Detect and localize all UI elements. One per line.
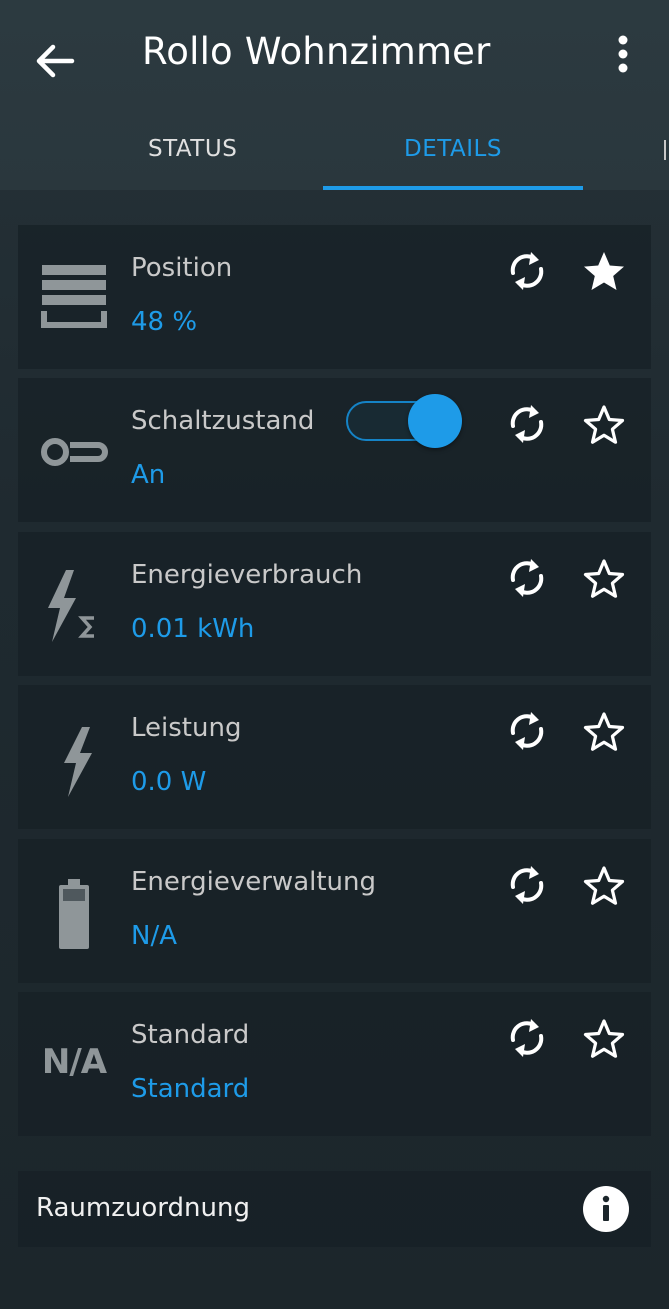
page-title: Rollo Wohnzimmer (142, 30, 491, 73)
back-button[interactable] (30, 36, 80, 86)
tab-details[interactable]: DETAILS (404, 136, 502, 162)
favorite-button[interactable] (581, 863, 627, 909)
detail-card-energieverbrauch[interactable]: Energieverbrauch 0.01 kWh (18, 532, 651, 676)
favorite-button[interactable] (581, 402, 627, 448)
detail-label: Schaltzustand (131, 406, 315, 436)
detail-card-standard[interactable]: N/A Standard Standard (18, 992, 651, 1136)
switch-toggle[interactable] (346, 394, 464, 450)
toggle-knob (408, 394, 462, 448)
room-assignment-row[interactable]: Raumzuordnung (18, 1171, 651, 1247)
info-icon (583, 1186, 629, 1232)
detail-value: 48 % (131, 307, 198, 337)
blinds-icon (36, 261, 112, 337)
favorite-button[interactable] (581, 556, 627, 602)
refresh-icon (510, 712, 544, 750)
tab-status[interactable]: STATUS (148, 136, 237, 162)
star-outline-icon (583, 559, 625, 598)
info-button[interactable] (582, 1185, 630, 1233)
detail-card-position[interactable]: Position 48 % (18, 225, 651, 369)
refresh-button[interactable] (505, 249, 549, 293)
room-assignment-label: Raumzuordnung (36, 1193, 250, 1223)
refresh-icon (510, 866, 544, 904)
refresh-button[interactable] (505, 402, 549, 446)
dots-vertical-icon (618, 35, 628, 73)
detail-label: Energieverbrauch (131, 560, 363, 590)
detail-value: N/A (131, 921, 177, 951)
switch-icon (36, 414, 112, 490)
detail-value: 0.01 kWh (131, 614, 255, 644)
tab-overflow-edge (664, 140, 666, 160)
favorite-button[interactable] (581, 249, 627, 295)
star-outline-icon (583, 1019, 625, 1058)
favorite-button[interactable] (581, 1016, 627, 1062)
na-icon-text: N/A (41, 1042, 107, 1082)
arrow-left-icon (36, 44, 75, 78)
detail-label: Energieverwaltung (131, 867, 377, 897)
refresh-button[interactable] (505, 863, 549, 907)
detail-value: An (131, 460, 166, 490)
app-header: Rollo Wohnzimmer STATUS DETAILS (0, 0, 669, 190)
detail-value: 0.0 W (131, 767, 207, 797)
refresh-icon (510, 252, 544, 290)
star-outline-icon (583, 712, 625, 751)
refresh-button[interactable] (505, 556, 549, 600)
detail-label: Leistung (131, 713, 242, 743)
refresh-button[interactable] (505, 1016, 549, 1060)
more-options-button[interactable] (605, 34, 641, 78)
star-outline-icon (583, 405, 625, 444)
favorite-button[interactable] (581, 709, 627, 755)
lightning-icon (36, 721, 112, 797)
star-filled-icon (584, 252, 624, 290)
detail-label: Standard (131, 1020, 250, 1050)
detail-card-energieverwaltung[interactable]: Energieverwaltung N/A (18, 839, 651, 983)
refresh-icon (510, 559, 544, 597)
refresh-icon (510, 405, 544, 443)
detail-card-leistung[interactable]: Leistung 0.0 W (18, 685, 651, 829)
detail-card-schaltzustand[interactable]: Schaltzustand An (18, 378, 651, 522)
detail-value: Standard (131, 1074, 250, 1104)
energy-sum-icon (36, 568, 112, 644)
active-tab-indicator (323, 186, 583, 190)
refresh-button[interactable] (505, 709, 549, 753)
refresh-icon (510, 1019, 544, 1057)
star-outline-icon (583, 866, 625, 905)
na-icon: N/A (36, 1028, 112, 1104)
battery-icon (36, 875, 112, 951)
detail-label: Position (131, 253, 233, 283)
